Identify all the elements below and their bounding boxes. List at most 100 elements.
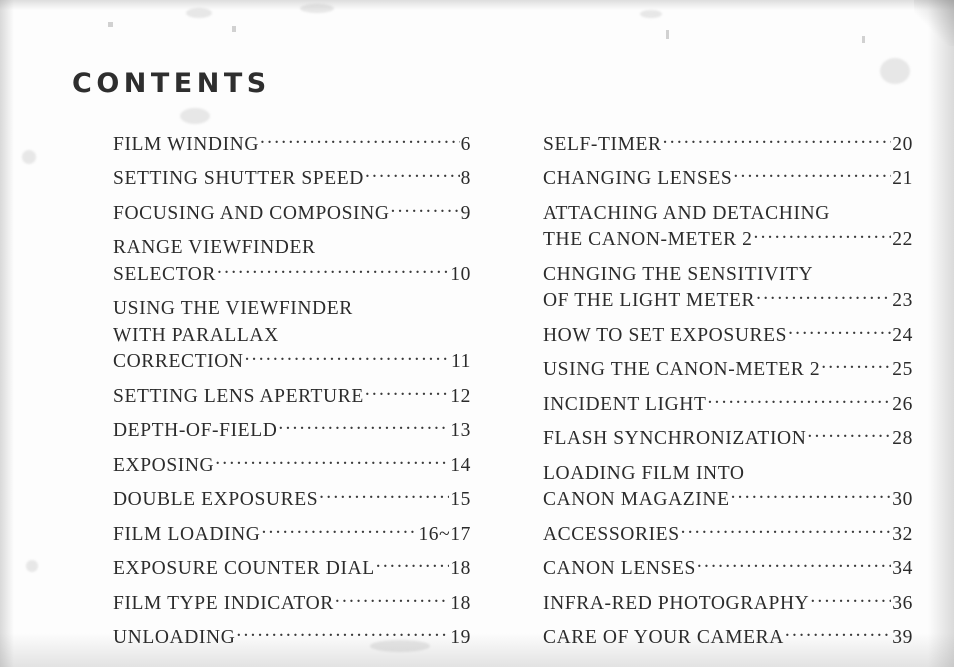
dot-leader [821,356,891,376]
contents-entry[interactable]: FILM WINDING 6 [113,130,471,157]
contents-page-number: 26 [892,393,913,415]
contents-page-number: 13 [450,420,471,441]
contents-entry-line-final: INFRA-RED PHOTOGRAPHY 36 [543,589,913,616]
contents-entry-label: CORRECTION [113,351,244,372]
contents-entry[interactable]: ATTACHING AND DETACHING THE CANON-METER 2… [543,199,913,252]
contents-entry-line-final: FILM TYPE INDICATOR 18 [113,589,471,616]
contents-entry[interactable]: SELF-TIMER 20 [543,130,913,157]
contents-page-number: 18 [450,558,471,579]
contents-right-column: SELF-TIMER 20 CHANGING LENSES 21 ATTACHING A… [543,130,913,658]
dot-leader [756,287,891,307]
contents-page-number: 18 [450,592,471,614]
dot-leader [365,165,460,185]
scan-corner-top-right [914,0,954,46]
contents-entry[interactable]: EXPOSURE COUNTER DIAL 18 [113,555,471,582]
contents-entry-label: FOCUSING AND COMPOSING [113,202,390,224]
contents-entry[interactable]: INCIDENT LIGHT 26 [543,390,913,417]
contents-entry[interactable]: CARE OF YOUR CAMERA 39 [543,624,913,651]
contents-entry[interactable]: CHANGING LENSES 21 [543,165,913,192]
scan-edge-top [0,0,954,10]
contents-entry-label: FLASH SYNCHRONIZATION [543,428,807,449]
scan-blotch [180,108,210,124]
dot-leader [681,520,892,540]
dot-leader [236,624,449,644]
contents-entry[interactable]: CANON LENSES 34 [543,555,913,582]
contents-entry[interactable]: SETTING SHUTTER SPEED 8 [113,165,471,192]
contents-entry[interactable]: HOW TO SET EXPOSURES 24 [543,321,913,348]
contents-entry-line-final: FLASH SYNCHRONIZATION 28 [543,425,913,452]
dot-leader [261,520,417,540]
dot-leader [354,295,470,315]
scan-blotch [26,560,38,572]
contents-entry-line-final: CANON MAGAZINE 30 [543,486,913,513]
contents-entry-label: INFRA-RED PHOTOGRAPHY [543,592,810,614]
contents-entry-label: ATTACHING AND DETACHING [543,202,830,224]
contents-entry-line-final: USING THE CANON-METER 2 25 [543,356,913,383]
scan-edge-left [0,0,14,667]
contents-entry-line: RANGE VIEWFINDER [113,234,471,261]
contents-entry[interactable]: FILM LOADING 16~17 [113,520,471,547]
contents-page-number: 19 [450,627,471,648]
contents-page-number: 9 [460,202,471,224]
contents-page-number: 8 [460,168,471,189]
contents-entry[interactable]: FILM TYPE INDICATOR 18 [113,589,471,616]
contents-entry[interactable]: DOUBLE EXPOSURES 15 [113,486,471,513]
contents-entry-label: CARE OF YOUR CAMERA [543,627,784,648]
contents-page-number: 28 [892,428,913,449]
contents-entry-label: SELF-TIMER [543,133,662,155]
contents-entry-label: FILM WINDING [113,133,260,155]
contents-entry[interactable]: SETTING LENS APERTURE 12 [113,382,471,409]
contents-entry[interactable]: RANGE VIEWFINDER SELECTOR 10 [113,234,471,287]
contents-entry-line-final: OF THE LIGHT METER 23 [543,287,913,314]
dot-leader [785,624,891,644]
contents-entry-line-final: CANON LENSES 34 [543,555,913,582]
contents-page-number: 20 [892,133,913,155]
dot-leader [319,486,449,506]
scan-speck [108,22,113,27]
contents-entry[interactable]: LOADING FILM INTO CANON MAGAZINE 30 [543,459,913,512]
dot-leader [707,390,891,410]
contents-entry-label: SETTING SHUTTER SPEED [113,168,364,189]
dot-leader [317,234,470,254]
contents-entry[interactable]: USING THE CANON-METER 2 25 [543,356,913,383]
contents-entry-label: FILM LOADING [113,523,261,545]
scan-edge-right [928,0,954,667]
contents-page-number: 21 [892,168,913,189]
contents-page-number: 25 [892,359,913,380]
contents-entry-line: CHNGING THE SENSITIVITY [543,260,913,287]
contents-page-number: 32 [892,523,913,545]
contents-page-number: 16~17 [418,523,471,545]
contents-entry-line-final: ACCESSORIES 32 [543,520,913,547]
contents-entry-label: THE CANON-METER 2 [543,229,753,250]
contents-entry[interactable]: DEPTH-OF-FIELD 13 [113,417,471,444]
contents-entry[interactable]: FLASH SYNCHRONIZATION 28 [543,425,913,452]
dot-leader [731,486,892,506]
contents-entry-line-final: INCIDENT LIGHT 26 [543,390,913,417]
contents-entry-line-final: FOCUSING AND COMPOSING 9 [113,199,471,226]
contents-entry[interactable]: FOCUSING AND COMPOSING 9 [113,199,471,226]
contents-entry[interactable]: INFRA-RED PHOTOGRAPHY 36 [543,589,913,616]
contents-entry[interactable]: EXPOSING 14 [113,451,471,478]
contents-entry-line-final: CARE OF YOUR CAMERA 39 [543,624,913,651]
dot-leader [831,199,912,219]
contents-entry[interactable]: UNLOADING 19 [113,624,471,651]
contents-entry[interactable]: USING THE VIEWFINDER WITH PARALLAX CORRECT… [113,295,471,375]
contents-entry-line: LOADING FILM INTO [543,459,913,486]
contents-entry[interactable]: CHNGING THE SENSITIVITY OF THE LIGHT METE… [543,260,913,313]
contents-entry-line-final: EXPOSURE COUNTER DIAL 18 [113,555,471,582]
contents-page-number: 30 [892,489,913,510]
contents-page-number: 6 [460,133,471,155]
contents-page-number: 15 [450,489,471,510]
contents-entry-label: DOUBLE EXPOSURES [113,489,319,510]
dot-leader [733,165,891,185]
dot-leader [335,589,449,609]
contents-page-number: 23 [892,290,913,311]
contents-entry-label: DEPTH-OF-FIELD [113,420,278,441]
scanned-contents-page: CONTENTS FILM WINDING 6 SETTING SHUTTER SP… [0,0,954,667]
dot-leader [391,199,460,219]
contents-entry-label: EXPOSURE COUNTER DIAL [113,558,375,579]
contents-entry-label: CHANGING LENSES [543,168,733,189]
contents-entry-label: WITH PARALLAX [113,324,279,346]
contents-entry-line-final: UNLOADING 19 [113,624,471,651]
contents-entry[interactable]: ACCESSORIES 32 [543,520,913,547]
